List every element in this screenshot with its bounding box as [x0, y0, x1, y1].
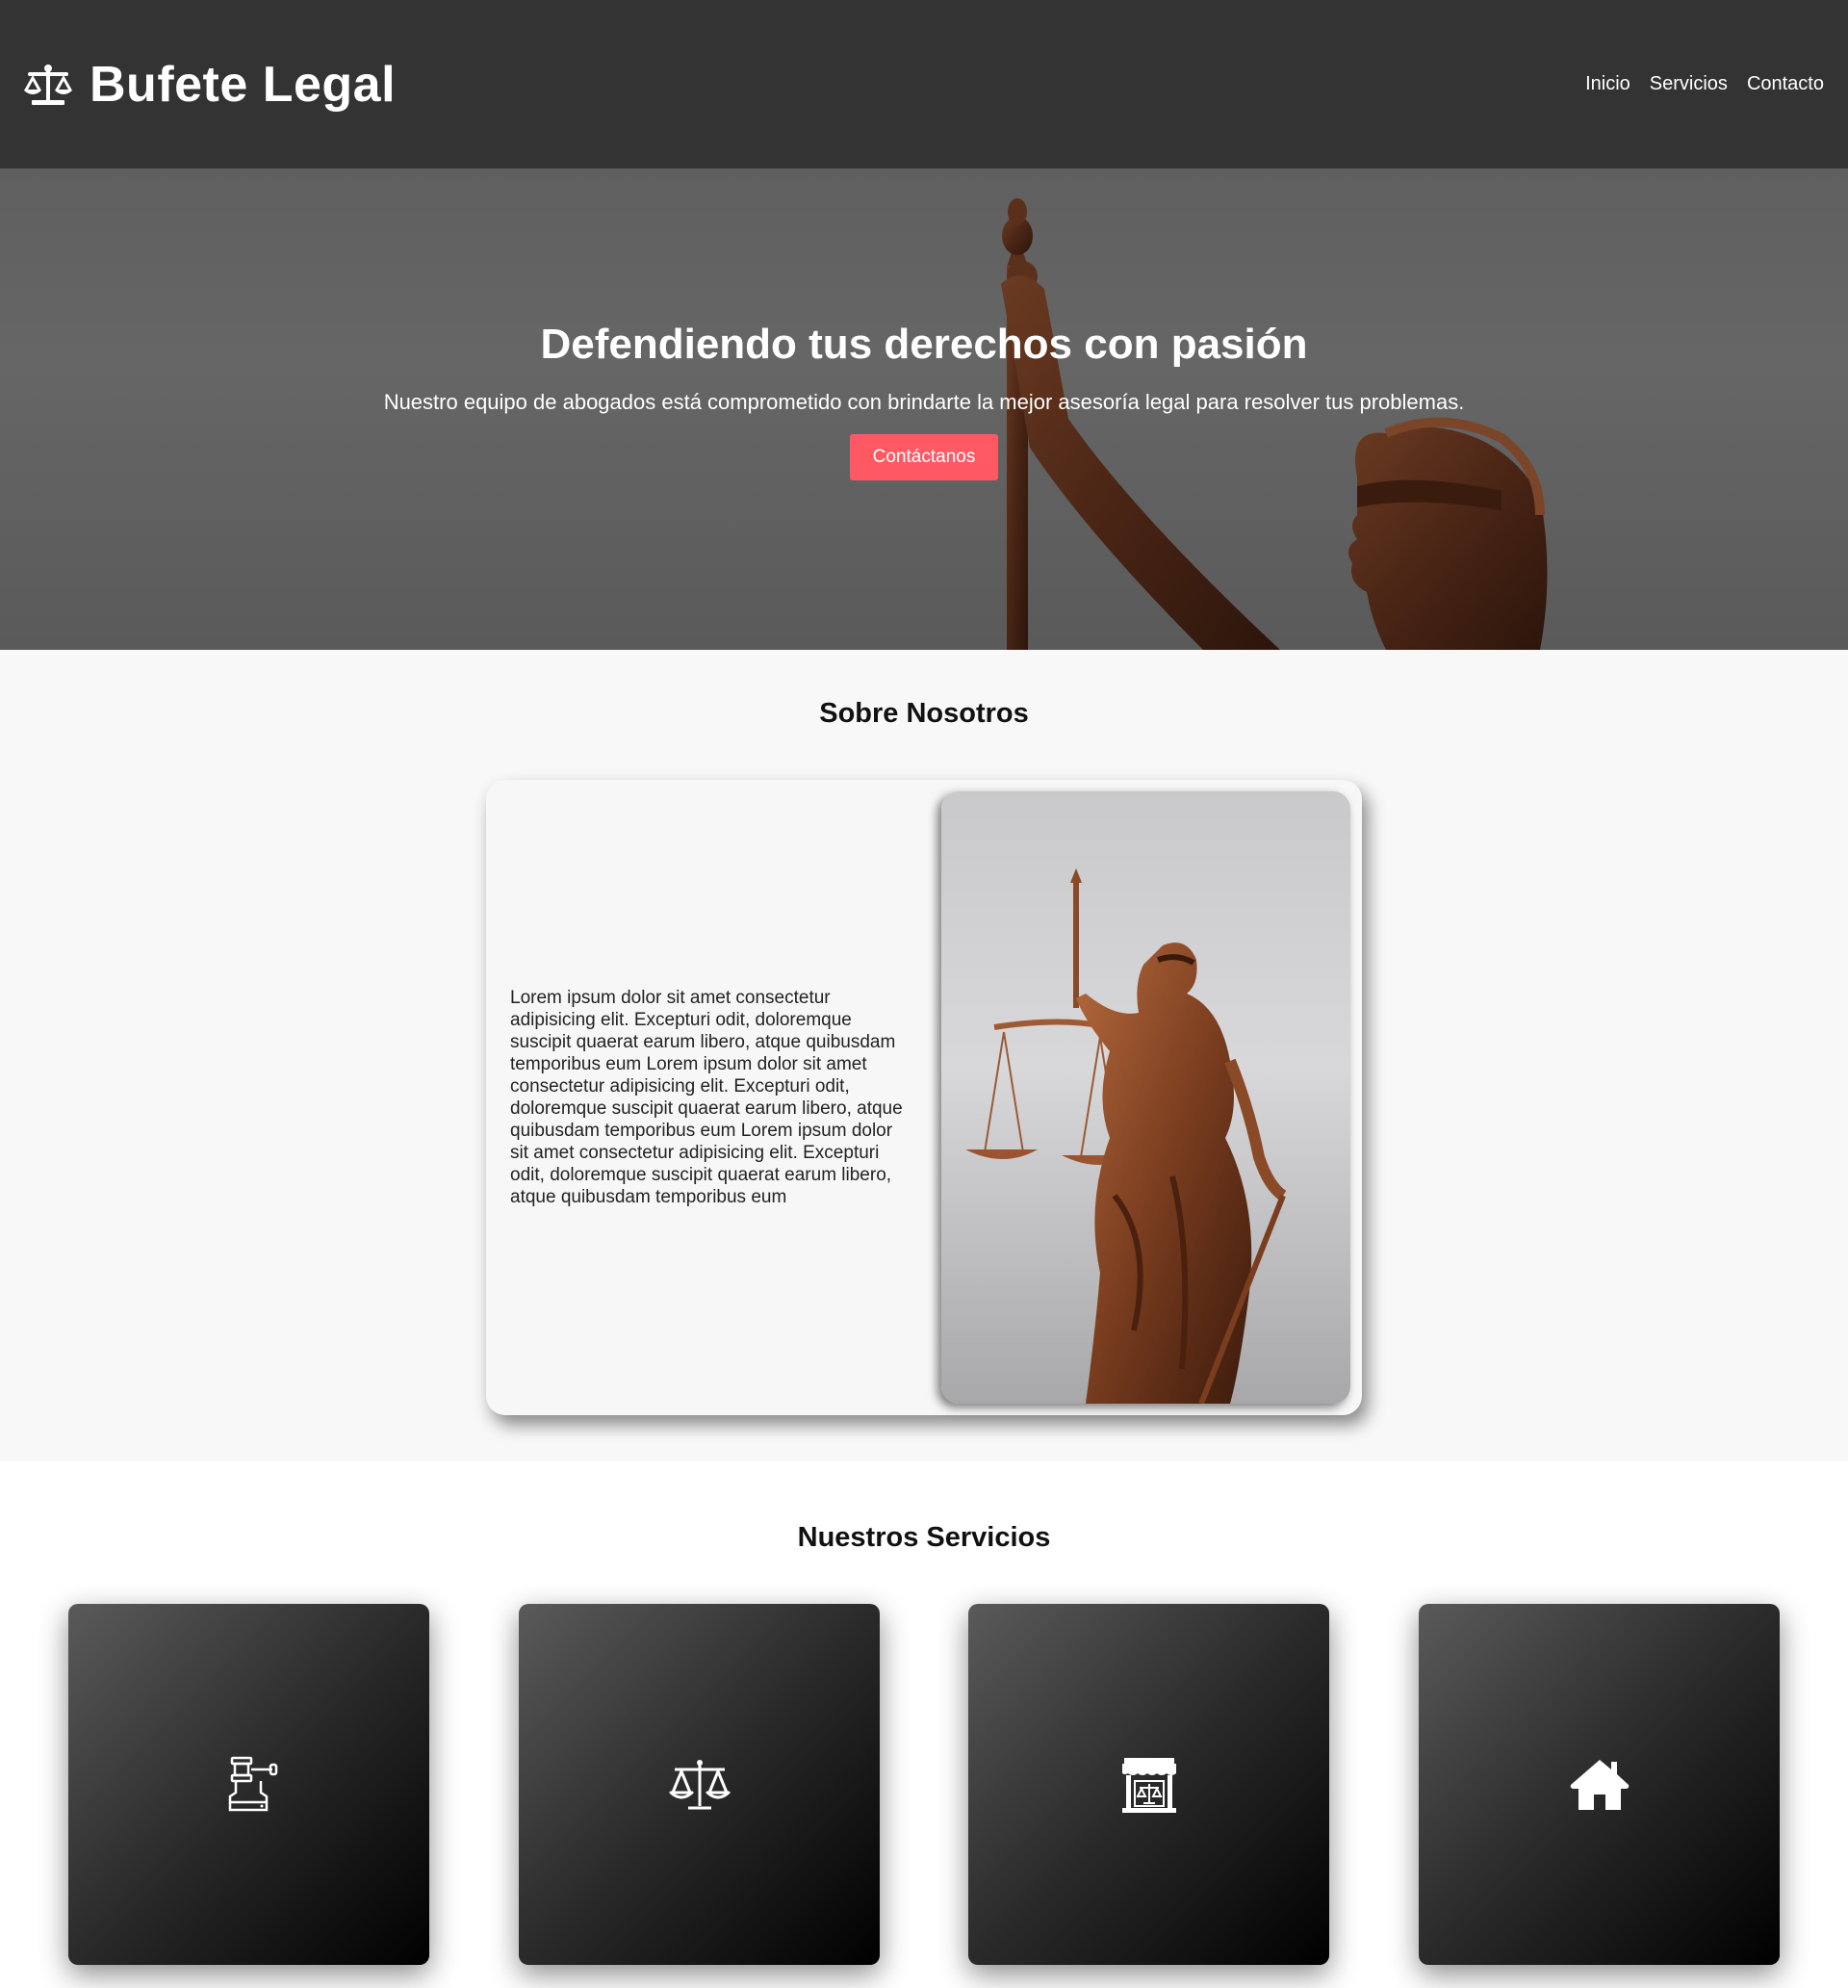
about-title: Sobre Nosotros	[819, 698, 1029, 729]
scale-icon	[24, 64, 72, 105]
about-card: Lorem ipsum dolor sit amet consectetur a…	[486, 780, 1362, 1415]
service-card-justice[interactable]	[519, 1604, 880, 1965]
home-icon	[1570, 1759, 1629, 1810]
services-section: Nuestros Servicios	[0, 1461, 1848, 1988]
site-header: Bufete Legal Inicio Servicios Contacto	[0, 0, 1848, 168]
hero-subtitle: Nuestro equipo de abogados está comprome…	[383, 390, 1465, 414]
services-title: Nuestros Servicios	[797, 1522, 1051, 1553]
brand[interactable]: Bufete Legal	[24, 56, 396, 114]
contact-button[interactable]: Contáctanos	[849, 434, 999, 480]
gavel-icon	[228, 1756, 277, 1811]
brand-title: Bufete Legal	[90, 56, 397, 113]
service-card-courthouse[interactable]	[968, 1604, 1329, 1965]
service-card-litigation[interactable]	[68, 1604, 429, 1965]
main-nav: Inicio Servicios Contacto	[1585, 73, 1824, 95]
nav-contacto[interactable]: Contacto	[1747, 73, 1824, 95]
hero-content: Defendiendo tus derechos con pasión Nues…	[0, 321, 1848, 480]
courthouse-icon	[1121, 1757, 1176, 1813]
nav-servicios[interactable]: Servicios	[1650, 73, 1728, 95]
hero-section: Defendiendo tus derechos con pasión Nues…	[0, 168, 1848, 650]
about-text: Lorem ipsum dolor sit amet consectetur a…	[510, 988, 903, 1207]
scale-icon	[669, 1759, 730, 1809]
service-card-real-estate[interactable]	[1419, 1604, 1780, 1965]
hero-title: Defendiendo tus derechos con pasión	[540, 321, 1308, 368]
nav-inicio[interactable]: Inicio	[1585, 73, 1630, 95]
about-section: Sobre Nosotros Lorem ipsum dolor sit ame…	[0, 650, 1848, 1461]
justice-statue-image	[941, 791, 1350, 1404]
